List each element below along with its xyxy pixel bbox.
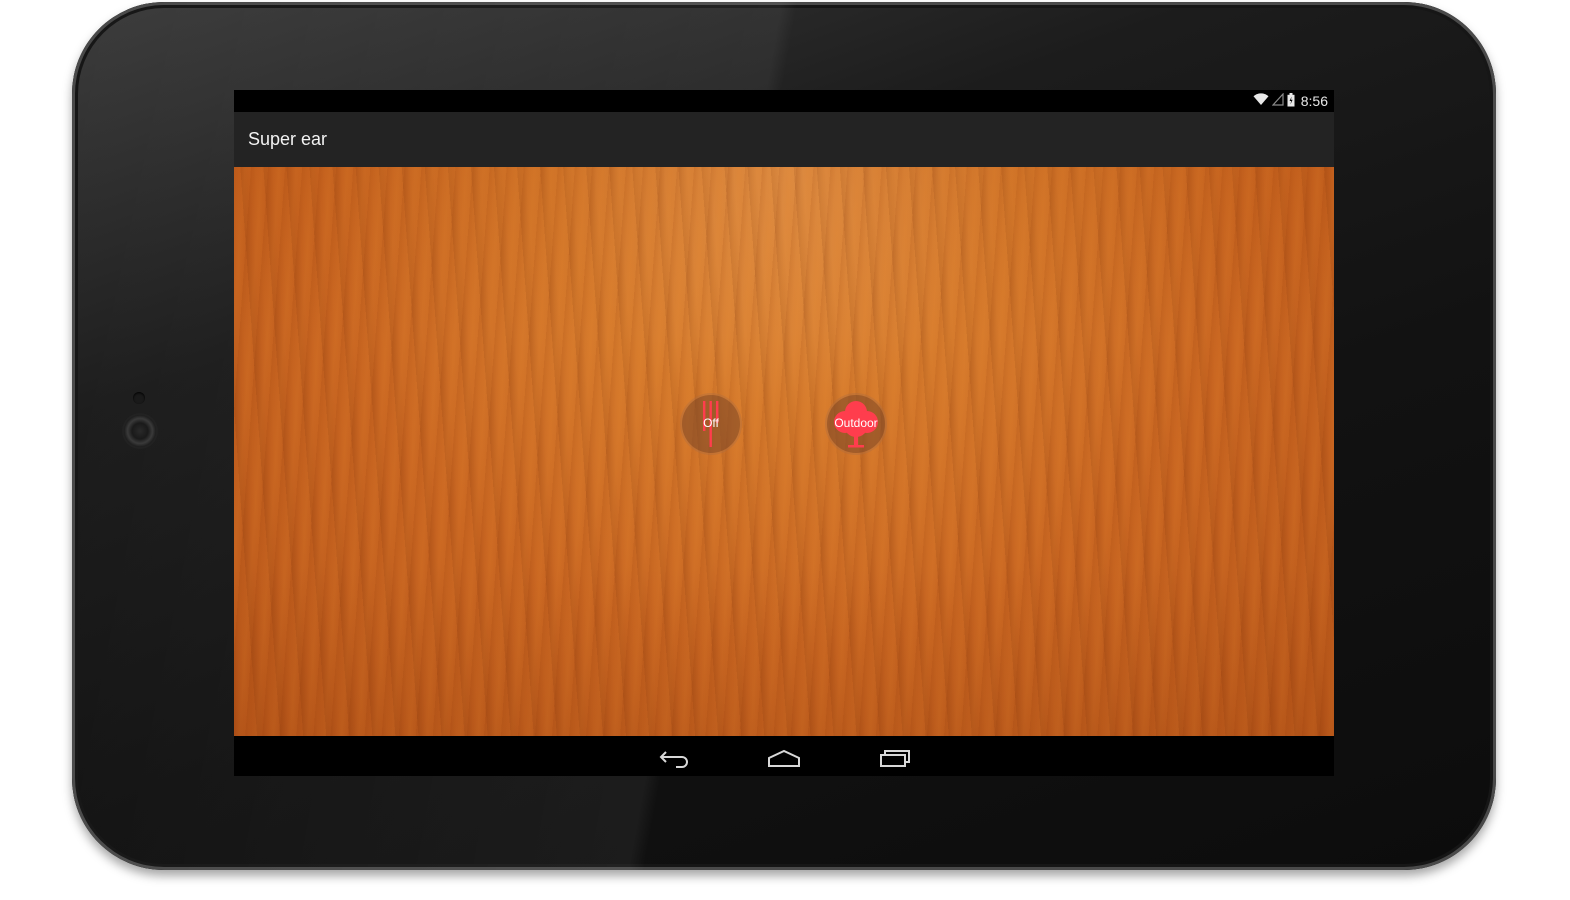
app-title: Super ear [248,129,328,149]
status-time: 8:56 [1300,93,1328,109]
battery-icon [1287,92,1295,110]
home-button[interactable] [762,742,806,772]
front-camera [124,415,156,447]
status-icons: 8:56 [1253,92,1328,110]
home-icon [762,749,806,776]
environment-outdoor-button[interactable]: Outdoor [827,395,885,453]
status-bar: 8:56 [234,90,1334,112]
navigation-bar [234,736,1334,776]
camera-preview [234,167,1334,736]
recent-apps-button[interactable] [872,742,916,772]
device-screen: 8:56 Super ear Off Outdoor [234,90,1334,776]
signal-icon [1271,92,1284,109]
recent-apps-icon [872,750,916,776]
wifi-icon [1253,93,1269,109]
back-button[interactable] [652,742,696,772]
action-bar: Super ear [234,112,1334,167]
device-mockup: 8:56 Super ear Off Outdoor [0,0,1570,900]
sensor-dot [133,392,145,404]
environment-label: Outdoor [834,416,878,430]
equalizer-off-button[interactable]: Off [682,395,740,453]
back-icon [652,751,696,776]
equalizer-label: Off [703,416,719,430]
